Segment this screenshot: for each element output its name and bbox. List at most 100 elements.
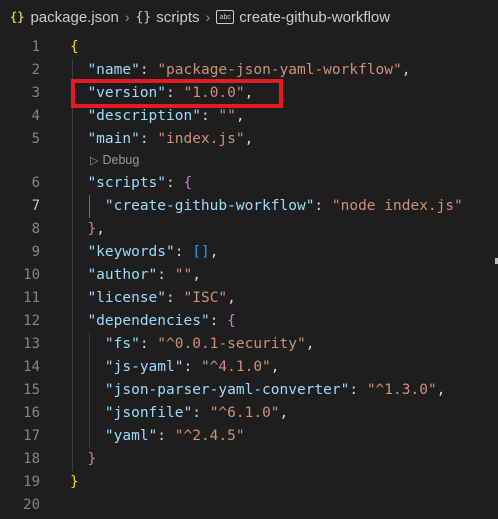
array-brackets: [] [192,244,210,260]
line-number: 18 [23,451,40,467]
line-number: 6 [31,175,40,191]
breadcrumb-scripts[interactable]: {} scripts [136,9,200,26]
colon: : [200,108,219,124]
code-line[interactable]: 11 "license": "ISC", [0,287,498,310]
json-string-value: "ISC" [183,290,228,306]
breadcrumb-item-label: create-github-workflow [239,8,391,26]
comma: , [244,131,254,147]
json-key: "keywords" [87,244,175,260]
comma: , [96,221,105,237]
json-string-value: "node index.js" [331,198,463,214]
line-number: 12 [23,313,40,329]
json-key: "scripts" [87,175,167,191]
brace: } [87,451,97,467]
brace: { [227,313,236,329]
json-key: "create-github-workflow" [104,198,315,214]
brace: { [183,175,193,191]
code-line[interactable]: 7 "create-github-workflow": "node index.j… [0,195,498,218]
line-number: 20 [23,497,40,513]
breadcrumb-item[interactable]: abc create-github-workflow [216,9,390,26]
chevron-right-icon: › [124,9,130,25]
code-line[interactable]: 12 "dependencies": { [0,310,498,333]
json-key: "dependencies" [87,313,210,329]
code-text: { [70,36,79,59]
code-line[interactable]: 5 "main": "index.js", [0,128,498,151]
colon: : [139,131,158,147]
colon: : [139,62,158,78]
json-string-value: "" [218,108,236,124]
line-number: 10 [23,267,40,283]
code-line[interactable]: 13 "fs": "^0.0.1-security", [0,333,498,356]
code-text: }, [87,218,104,241]
comma: , [436,382,446,398]
colon: : [157,267,175,283]
code-line[interactable]: 16 "jsonfile": "^6.1.0", [0,402,498,425]
json-string-value: "^0.0.1-security" [157,336,306,352]
breadcrumb-file[interactable]: {} package.json [10,9,119,26]
comma: , [209,244,219,260]
breadcrumb: {} package.json › {} scripts › abc creat… [0,0,498,34]
code-text: "json-parser-yaml-converter": "^1.3.0", [105,379,445,402]
json-string-value: "^6.1.0" [209,405,280,421]
code-line[interactable]: 4 "description": "", [0,105,498,128]
code-text: "author": "", [87,264,201,287]
code-line[interactable]: 10 "author": "", [0,264,498,287]
line-number: 2 [31,62,40,78]
json-string-value: "^1.3.0" [366,382,437,398]
json-key: "main" [87,131,140,147]
code-line[interactable]: 17 "yaml": "^2.4.5" [0,425,498,448]
code-text: "yaml": "^2.4.5" [105,425,245,448]
code-line[interactable]: 20 [0,494,498,517]
json-braces-icon: {} [10,10,25,24]
code-line[interactable]: 8}, [0,218,498,241]
code-line[interactable]: 15 "json-parser-yaml-converter": "^1.3.0"… [0,379,498,402]
colon: : [183,359,201,375]
line-number: 13 [23,336,40,352]
comma: , [305,336,315,352]
code-text: "jsonfile": "^6.1.0", [105,402,288,425]
colon: : [166,175,184,191]
json-key: "description" [87,108,201,124]
play-icon: ▷ [90,155,99,167]
code-line[interactable]: 1{ [0,36,498,59]
json-string-value: "package-json-yaml-workflow" [157,62,402,78]
json-key: "js-yaml" [104,359,184,375]
code-text: } [70,471,79,494]
code-text: "dependencies": { [87,310,235,333]
object-braces-icon: {} [135,9,152,25]
string-abc-icon: abc [216,10,235,24]
brace: } [70,474,79,490]
code-text: "license": "ISC", [87,287,235,310]
line-number: 9 [31,244,40,260]
comma: , [227,290,236,306]
comma: , [279,405,289,421]
code-text: "js-yaml": "^4.1.0", [105,356,280,379]
code-line[interactable]: 18} [0,448,498,471]
debug-codelens[interactable]: ▷ Debug [90,150,139,170]
line-number: 15 [23,382,40,398]
breadcrumb-scripts-label: scripts [156,8,200,26]
code-line[interactable]: 19} [0,471,498,494]
line-number: 16 [23,405,40,421]
json-key: "jsonfile" [104,405,193,421]
brace: } [87,221,97,237]
code-text: "description": "", [87,105,244,128]
brace: { [70,39,79,55]
json-string-value: "^2.4.5" [174,428,245,444]
line-number: 5 [31,131,40,147]
comma: , [235,108,245,124]
comma: , [270,359,280,375]
indent-guide [89,333,91,448]
code-text: "create-github-workflow": "node index.js… [105,195,463,218]
code-line[interactable]: 6 "scripts": { [0,172,498,195]
chevron-right-icon: › [205,9,211,25]
code-line[interactable]: 9 "keywords": [], [0,241,498,264]
line-number: 17 [23,428,40,444]
code-text: } [87,448,96,471]
json-key: "fs" [104,336,140,352]
version-highlight-box [71,79,283,108]
colon: : [139,336,158,352]
code-text: "keywords": [], [87,241,218,264]
json-string-value: "^4.1.0" [200,359,271,375]
code-line[interactable]: 14 "js-yaml": "^4.1.0", [0,356,498,379]
